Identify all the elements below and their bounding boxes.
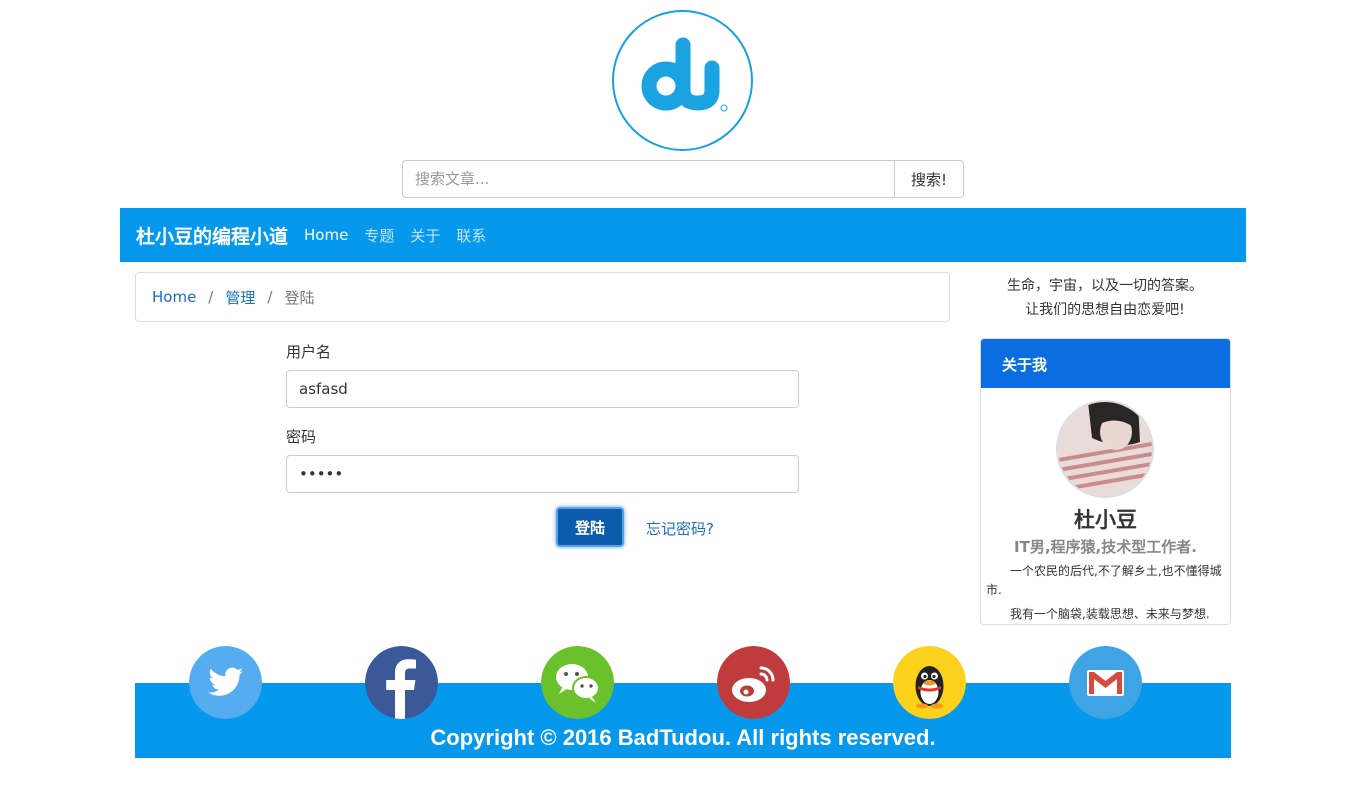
twitter-icon[interactable]	[189, 646, 262, 719]
du-logo-icon	[641, 37, 728, 112]
avatar	[1056, 400, 1154, 498]
breadcrumb-current: 登陆	[284, 288, 315, 307]
about-description-1: 一个农民的后代,不了解乡土,也不懂得城市.	[986, 564, 1222, 597]
username-label: 用户名	[286, 343, 332, 361]
nav-topics[interactable]: 专题	[364, 225, 394, 246]
search-input[interactable]	[402, 160, 894, 198]
username-input[interactable]	[286, 370, 799, 408]
about-description-2: 我有一个脑袋,装载思想、未来与梦想.	[1010, 607, 1210, 621]
wechat-icon[interactable]	[541, 646, 614, 719]
breadcrumb-manage[interactable]: 管理	[225, 287, 255, 308]
weibo-icon[interactable]	[717, 646, 790, 719]
nav-contact[interactable]: 联系	[456, 225, 486, 246]
footer: Copyright © 2016 BadTudou. All rights re…	[135, 683, 1231, 758]
about-me-heading: 关于我	[981, 339, 1230, 388]
site-logo[interactable]	[612, 10, 753, 151]
qq-icon[interactable]	[893, 646, 966, 719]
breadcrumb-separator: /	[208, 288, 214, 306]
gmail-icon[interactable]	[1069, 646, 1142, 719]
copyright-text: Copyright © 2016 BadTudou. All rights re…	[430, 725, 936, 750]
breadcrumb: Home / 管理 / 登陆	[135, 272, 950, 322]
nav-home[interactable]: Home	[304, 226, 348, 244]
login-button[interactable]: 登陆	[556, 507, 624, 547]
password-label: 密码	[286, 428, 317, 446]
about-me-panel: 关于我 杜小豆 IT男,程序猿,技术型工作者. 一个农民的后代,不了解乡土,也不…	[980, 338, 1231, 625]
motto-line-2: 让我们的思想自由恋爱吧!	[1025, 302, 1185, 318]
motto-line-1: 生命，宇宙，以及一切的答案。	[1007, 278, 1203, 294]
nav-about[interactable]: 关于	[410, 225, 440, 246]
search-button[interactable]: 搜索!	[894, 160, 964, 198]
search-bar: 搜索!	[402, 160, 964, 198]
main-navbar: 杜小豆的编程小道 Home 专题 关于 联系	[120, 208, 1246, 262]
facebook-icon[interactable]	[365, 646, 438, 719]
password-input[interactable]	[286, 455, 799, 493]
breadcrumb-separator: /	[267, 288, 273, 306]
forgot-password-link[interactable]: 忘记密码?	[646, 518, 714, 539]
breadcrumb-home[interactable]: Home	[152, 288, 196, 306]
site-brand[interactable]: 杜小豆的编程小道	[136, 222, 288, 249]
about-title: IT男,程序猿,技术型工作者.	[1014, 538, 1197, 556]
about-name: 杜小豆	[1074, 508, 1137, 532]
